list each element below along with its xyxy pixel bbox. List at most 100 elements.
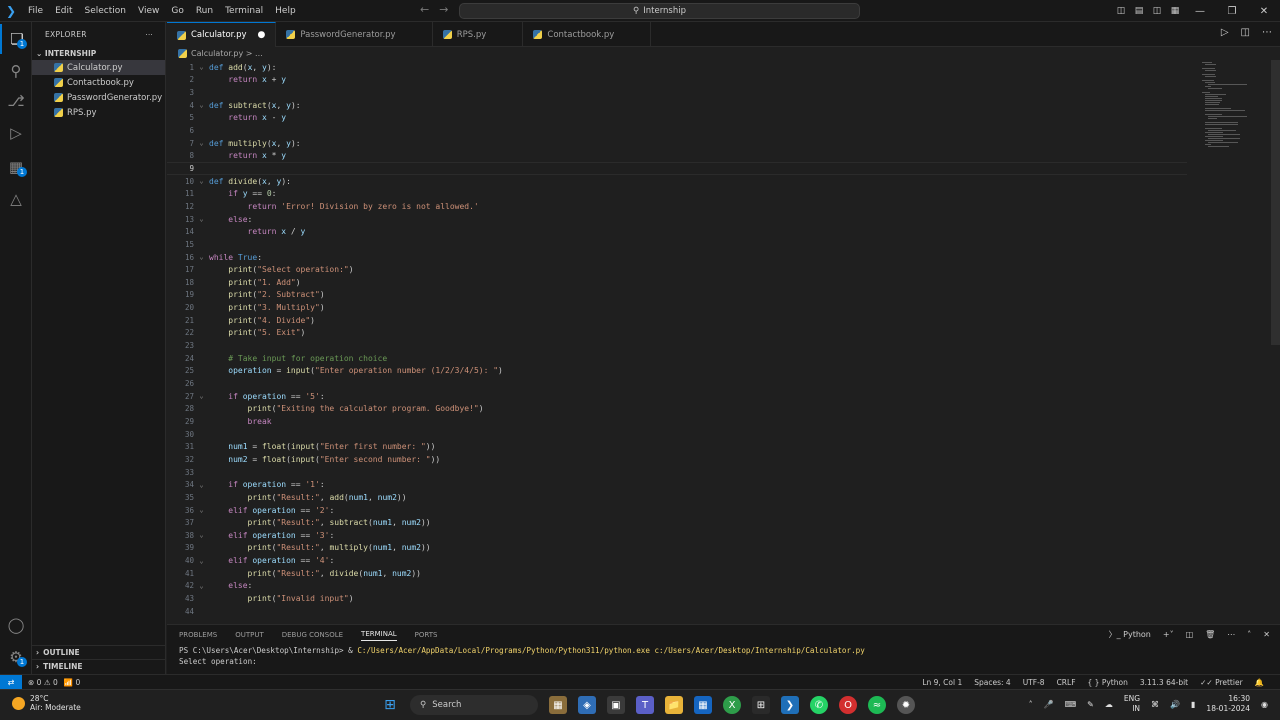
back-arrow-icon[interactable]: ← (420, 3, 429, 16)
close-window-icon[interactable]: ✕ (1248, 6, 1280, 17)
menu-help[interactable]: Help (269, 0, 302, 22)
minimap[interactable] (1202, 62, 1248, 147)
code-line[interactable]: 32 num2 = float(input("Enter second numb… (167, 453, 1187, 466)
tab-debug-console[interactable]: DEBUG CONSOLE (282, 631, 343, 639)
code-line[interactable]: 13 ⌄ else: (167, 213, 1187, 226)
code-line[interactable]: 6 (167, 124, 1187, 137)
tab-calculator[interactable]: Calculator.py ● (167, 22, 277, 47)
close-tab-icon[interactable]: ✕ (633, 30, 640, 40)
code-line[interactable]: 21 print("4. Divide") (167, 314, 1187, 327)
indentation[interactable]: Spaces: 4 (974, 678, 1010, 687)
timeline-section[interactable]: › TIMELINE (32, 659, 166, 673)
code-line[interactable]: 22 print("5. Exit") (167, 327, 1187, 340)
code-line[interactable]: 20 print("3. Multiply") (167, 301, 1187, 314)
close-tab-icon[interactable]: ✕ (415, 30, 422, 40)
code-line[interactable]: 44 (167, 605, 1187, 618)
fold-chevron-icon[interactable]: ⌄ (194, 392, 209, 400)
spotify-icon[interactable]: ≈ (868, 696, 886, 714)
code-line[interactable]: 4 ⌄ def subtract(x, y): (167, 99, 1187, 112)
touch-keyboard-icon[interactable]: ⌨ (1065, 700, 1077, 709)
fold-chevron-icon[interactable]: ⌄ (194, 253, 209, 261)
code-line[interactable]: 43 print("Invalid input") (167, 592, 1187, 605)
code-line[interactable]: 41 print("Result:", divide(num1, num2)) (167, 567, 1187, 580)
editor-scrollbar[interactable] (1271, 60, 1280, 345)
testing-icon[interactable]: △ (0, 184, 32, 214)
fold-chevron-icon[interactable]: ⌄ (194, 531, 209, 539)
fold-chevron-icon[interactable]: ⌄ (194, 101, 209, 109)
run-debug-icon[interactable]: ▷ (0, 118, 32, 148)
code-line[interactable]: 2 return x + y (167, 74, 1187, 87)
python-interpreter[interactable]: 3.11.3 64-bit (1140, 678, 1188, 687)
file-explorer-icon[interactable]: 📁 (665, 696, 683, 714)
copilot-icon[interactable]: ◈ (578, 696, 596, 714)
code-line[interactable]: 1 ⌄ def add(x, y): (167, 61, 1187, 74)
remote-icon[interactable]: ⇄ (0, 674, 22, 690)
microphone-icon[interactable]: 🎤 (1044, 700, 1054, 709)
menu-edit[interactable]: Edit (49, 0, 78, 22)
outline-section[interactable]: › OUTLINE (32, 645, 166, 659)
menu-file[interactable]: File (22, 0, 49, 22)
prettier-status[interactable]: ✓✓ Prettier (1200, 678, 1243, 687)
code-line[interactable]: 8 return x * y (167, 150, 1187, 163)
fold-chevron-icon[interactable]: ⌄ (194, 582, 209, 590)
code-line[interactable]: 33 (167, 466, 1187, 479)
pen-icon[interactable]: ✎ (1087, 700, 1094, 709)
fold-chevron-icon[interactable]: ⌄ (194, 139, 209, 147)
code-line[interactable]: 29 break (167, 415, 1187, 428)
code-line[interactable]: 9 (167, 162, 1187, 175)
tray-overflow-icon[interactable]: ˄ (1029, 700, 1033, 709)
fold-chevron-icon[interactable]: ⌄ (194, 481, 209, 489)
file-rps[interactable]: RPS.py (32, 105, 165, 120)
tab-contactbook[interactable]: Contactbook.py ✕ (523, 22, 652, 47)
code-line[interactable]: 15 (167, 238, 1187, 251)
language-indicator[interactable]: ENG IN (1124, 694, 1140, 714)
close-tab-icon[interactable]: ✕ (505, 30, 512, 40)
menu-terminal[interactable]: Terminal (219, 0, 269, 22)
more-actions-icon[interactable]: ⋯ (1227, 630, 1235, 639)
new-terminal-icon[interactable]: +˅ (1163, 630, 1174, 639)
code-line[interactable]: 34 ⌄ if operation == '1': (167, 478, 1187, 491)
opera-icon[interactable]: O (839, 696, 857, 714)
code-line[interactable]: 16 ⌄ while True: (167, 251, 1187, 264)
taskbar-search[interactable]: ⚲ Search (410, 695, 538, 715)
line-endings[interactable]: CRLF (1057, 678, 1076, 687)
file-contactbook[interactable]: Contactbook.py (32, 75, 165, 90)
toggle-sidebar-icon[interactable]: ◫ (1112, 6, 1130, 16)
ports-status[interactable]: 📶 0 (64, 678, 81, 687)
menu-go[interactable]: Go (165, 0, 189, 22)
code-line[interactable]: 35 print("Result:", add(num1, num2)) (167, 491, 1187, 504)
wifi-icon[interactable]: ⌘ (1151, 700, 1159, 709)
more-actions-icon[interactable]: ⋯ (145, 30, 153, 39)
task-view-icon[interactable]: ▣ (607, 696, 625, 714)
account-icon[interactable]: ◯ (0, 610, 32, 640)
split-terminal-icon[interactable]: ◫ (1186, 630, 1194, 639)
widgets-icon[interactable]: ▦ (549, 696, 567, 714)
calendar-app-icon[interactable]: ▦ (694, 696, 712, 714)
problems-status[interactable]: ⊗ 0 ⚠ 0 (28, 678, 58, 687)
code-line[interactable]: 40 ⌄ elif operation == '4': (167, 554, 1187, 567)
code-line[interactable]: 7 ⌄ def multiply(x, y): (167, 137, 1187, 150)
vscode-taskbar-icon[interactable]: ❯ (781, 696, 799, 714)
restore-icon[interactable]: ❐ (1216, 6, 1248, 17)
teams-icon[interactable]: T (636, 696, 654, 714)
code-line[interactable]: 11 if y == 0: (167, 188, 1187, 201)
app-grid-icon[interactable]: ⊞ (752, 696, 770, 714)
tab-passwordgenerator[interactable]: PasswordGenerator.py ✕ (276, 22, 433, 47)
close-panel-icon[interactable]: ✕ (1263, 630, 1270, 639)
fold-chevron-icon[interactable]: ⌄ (194, 557, 209, 565)
fold-chevron-icon[interactable]: ⌄ (194, 506, 209, 514)
code-line[interactable]: 17 print("Select operation:") (167, 263, 1187, 276)
code-line[interactable]: 3 (167, 86, 1187, 99)
language-mode[interactable]: { } Python (1088, 678, 1128, 687)
source-control-icon[interactable]: ⎇ (0, 86, 32, 116)
run-file-icon[interactable]: ▷ (1221, 27, 1229, 38)
explorer-icon[interactable]: ❏ 1 (0, 24, 32, 54)
split-editor-icon[interactable]: ◫ (1241, 27, 1250, 38)
menu-selection[interactable]: Selection (79, 0, 132, 22)
code-line[interactable]: 31 num1 = float(input("Enter first numbe… (167, 441, 1187, 454)
code-line[interactable]: 25 operation = input("Enter operation nu… (167, 365, 1187, 378)
menu-view[interactable]: View (132, 0, 165, 22)
code-line[interactable]: 30 (167, 428, 1187, 441)
forward-arrow-icon[interactable]: → (439, 3, 448, 16)
code-line[interactable]: 24 # Take input for operation choice (167, 352, 1187, 365)
